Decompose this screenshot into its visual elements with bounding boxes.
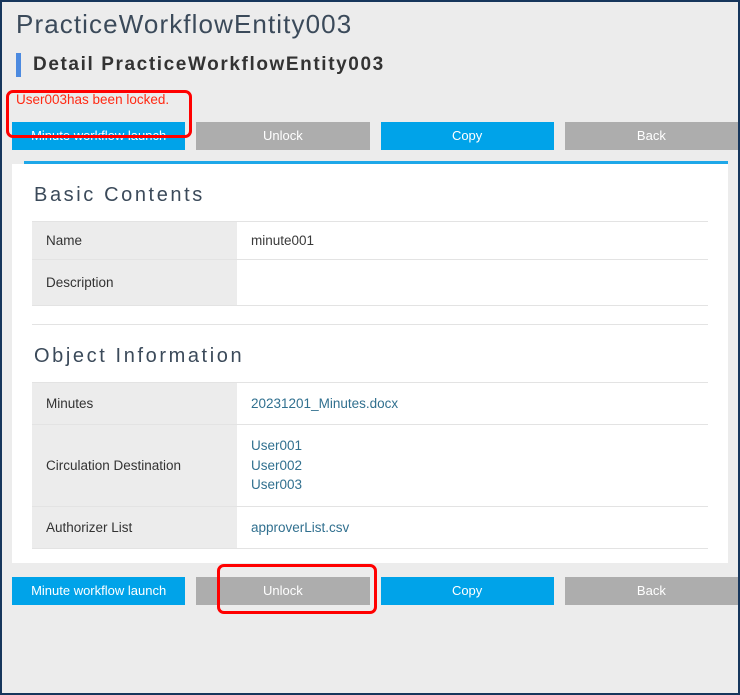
row-value-minutes: 20231201_Minutes.docx (237, 381, 708, 426)
row-value-circulation-destination: User001 User002 User003 (237, 424, 708, 507)
detail-heading-row: Detail PracticeWorkflowEntity003 (2, 47, 738, 83)
minute-workflow-launch-button-bottom[interactable]: Minute workflow launch (12, 577, 186, 606)
unlock-button-bottom[interactable]: Unlock (196, 577, 370, 606)
heading-accent-bar (16, 52, 21, 77)
table-row: Name minute001 (32, 220, 708, 260)
row-label-circulation-destination: Circulation Destination (32, 424, 237, 507)
circulation-user-link-2[interactable]: User002 (251, 456, 708, 476)
object-information-table: Minutes 20231201_Minutes.docx Circulatio… (32, 381, 708, 550)
minute-workflow-launch-button-top[interactable]: Minute workflow launch (12, 121, 186, 150)
basic-contents-table: Name minute001 Description (32, 220, 708, 306)
row-value-name: minute001 (237, 220, 708, 260)
unlock-button-top[interactable]: Unlock (196, 121, 370, 150)
table-row: Circulation Destination User001 User002 … (32, 424, 708, 507)
back-button-top[interactable]: Back (564, 121, 738, 150)
object-information-section-title: Object Information (34, 344, 245, 367)
back-button-bottom[interactable]: Back (564, 577, 738, 606)
lock-error-message: User003has been locked. (16, 91, 170, 107)
alert-region: User003has been locked. (2, 83, 738, 115)
circulation-user-link-1[interactable]: User001 (251, 436, 708, 456)
row-value-description (237, 258, 708, 306)
row-label-authorizer-list: Authorizer List (32, 505, 237, 550)
copy-button-top[interactable]: Copy (380, 121, 554, 150)
circulation-user-link-3[interactable]: User003 (251, 475, 708, 495)
row-label-minutes: Minutes (32, 381, 237, 426)
bottom-toolbar: Minute workflow launch Unlock Copy Back (12, 577, 738, 606)
basic-contents-section-title: Basic Contents (34, 183, 205, 206)
detail-heading: Detail PracticeWorkflowEntity003 (33, 53, 385, 75)
approver-list-file-link[interactable]: approverList.csv (251, 518, 708, 538)
row-label-description: Description (32, 258, 237, 306)
detail-card: Basic Contents Name minute001 Descriptio… (12, 163, 728, 564)
row-value-authorizer-list: approverList.csv (237, 505, 708, 550)
page-title: PracticeWorkflowEntity003 (16, 9, 353, 39)
minutes-file-link[interactable]: 20231201_Minutes.docx (251, 394, 708, 414)
row-label-name: Name (32, 220, 237, 260)
footer-region: Minute workflow launch Unlock Copy Back (2, 563, 738, 618)
header-region: PracticeWorkflowEntity003 Detail Practic… (2, 2, 738, 164)
table-row: Authorizer List approverList.csv (32, 505, 708, 550)
application-window: PracticeWorkflowEntity003 Detail Practic… (0, 0, 740, 695)
table-row: Minutes 20231201_Minutes.docx (32, 381, 708, 426)
top-toolbar: Minute workflow launch Unlock Copy Back (2, 114, 738, 159)
copy-button-bottom[interactable]: Copy (380, 577, 554, 606)
table-row: Description (32, 258, 708, 306)
